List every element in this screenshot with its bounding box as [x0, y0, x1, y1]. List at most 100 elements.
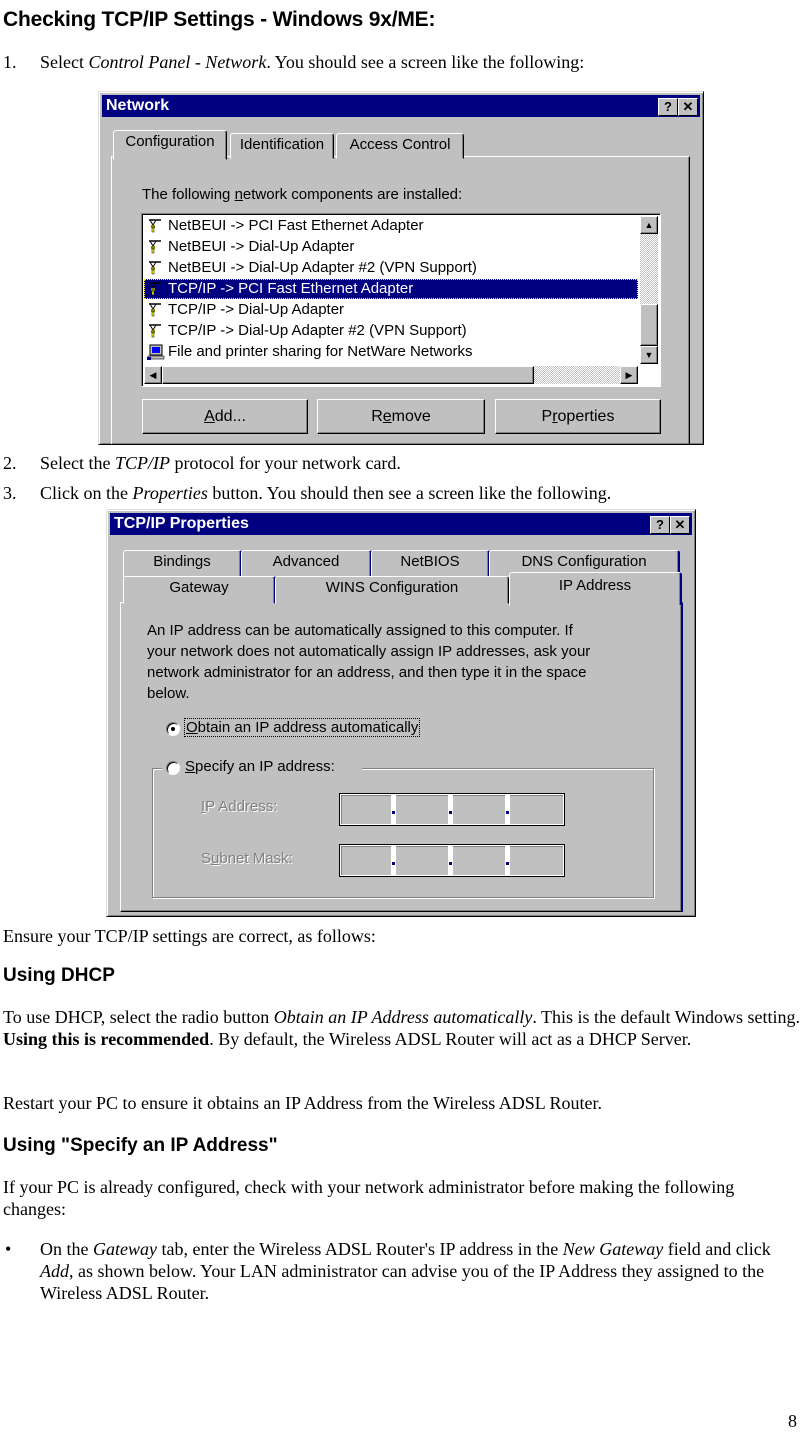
components-listbox[interactable]: NetBEUI -> PCI Fast Ethernet Adapter NetB…: [141, 213, 661, 387]
specify-paragraph: If your PC is already configured, check …: [3, 1177, 735, 1219]
obtain-ip-radio[interactable]: [166, 722, 180, 736]
properties-button[interactable]: Properties: [495, 399, 661, 434]
step-2-number: 2.: [3, 453, 17, 473]
page-number: 8: [788, 1411, 797, 1431]
vertical-scroll-thumb[interactable]: [640, 304, 658, 346]
tab-access-control[interactable]: Access Control: [336, 133, 464, 159]
ensure-text: Ensure your TCP/IP settings are correct,…: [3, 926, 376, 946]
dhcp-recommended: Using this is recommended: [3, 1029, 210, 1049]
step-1-number: 1.: [3, 52, 17, 72]
component-label: TCP/IP -> PCI Fast Ethernet Adapter: [168, 280, 414, 297]
close-button[interactable]: ✕: [678, 98, 698, 116]
subnet-mask-pre: S: [201, 850, 212, 867]
properties-label: operties: [557, 408, 615, 425]
ip-description-line: network administrator for an address, an…: [147, 664, 587, 681]
specify-ip-accel: S: [185, 758, 196, 775]
bullet-text-d: , as shown below. Your LAN administrator…: [40, 1261, 765, 1303]
tab-identification[interactable]: Identification: [230, 133, 334, 159]
components-label-post: etwork components are installed:: [242, 186, 463, 203]
tcpip-dialog-title: TCP/IP Properties: [114, 515, 249, 532]
component-list-item[interactable]: TCP/IP -> Dial-Up Adapter #2 (VPN Suppor…: [144, 321, 467, 341]
specify-heading: Using "Specify an IP Address": [3, 1135, 278, 1156]
tcpip-properties-dialog: TCP/IP Properties ? ✕ Bindings Advanced …: [106, 509, 696, 917]
step-2-pre: Select the: [40, 453, 115, 473]
ip-dot-separator: [391, 846, 396, 875]
horizontal-scroll-thumb[interactable]: [162, 366, 534, 384]
step-3-text: Click on the Properties button. You shou…: [40, 482, 611, 504]
ip-description-line: below.: [147, 685, 190, 702]
component-list-item[interactable]: NetBEUI -> PCI Fast Ethernet Adapter: [144, 216, 424, 236]
horizontal-scrollbar[interactable]: ◀ ▶: [144, 366, 638, 384]
ip-dot-separator: [505, 795, 510, 824]
step-3-pre: Click on the: [40, 483, 133, 503]
component-list-item[interactable]: TCP/IP -> Dial-Up Adapter: [144, 300, 344, 320]
tab-bindings[interactable]: Bindings: [123, 550, 242, 578]
component-list-item[interactable]: NetBEUI -> Dial-Up Adapter #2 (VPN Suppo…: [144, 258, 477, 278]
tab-ip-address[interactable]: IP Address: [509, 572, 682, 606]
protocol-icon: [147, 302, 165, 318]
specify-ip-radio[interactable]: [166, 761, 180, 775]
network-dialog: Network ? ✕ Configuration Identification…: [98, 91, 704, 445]
tab-wins-configuration[interactable]: WINS Configuration: [275, 576, 509, 604]
radio-checked-dot: [171, 727, 175, 731]
help-button[interactable]: ?: [658, 98, 678, 116]
bullet-text-c: field and click: [663, 1239, 771, 1259]
remove-button[interactable]: Remove: [317, 399, 485, 434]
tab-gateway[interactable]: Gateway: [123, 576, 276, 604]
remove-pre: R: [371, 408, 383, 425]
dhcp-text-c: . By default, the Wireless ADSL Router w…: [209, 1029, 692, 1049]
subnet-mask-field[interactable]: [339, 844, 565, 877]
add-button[interactable]: Add...: [142, 399, 308, 434]
ip-address-label: IP Address:: [201, 798, 277, 815]
remove-label: move: [391, 408, 431, 425]
components-label-pre: The following: [142, 186, 235, 203]
close-button[interactable]: ✕: [670, 516, 690, 534]
ip-dot-separator: [391, 795, 396, 824]
tab-netbios[interactable]: NetBIOS: [371, 550, 490, 578]
dhcp-text-a: To use DHCP, select the radio button: [3, 1007, 274, 1027]
restart-paragraph: Restart your PC to ensure it obtains an …: [3, 1093, 603, 1113]
properties-pre: P: [541, 408, 553, 425]
gateway-bullet-text: On the Gateway tab, enter the Wireless A…: [40, 1238, 785, 1304]
dhcp-emphasis: Obtain an IP Address automatically: [273, 1007, 533, 1027]
subnet-mask-text: bnet Mask:: [219, 850, 293, 867]
obtain-ip-label[interactable]: Obtain an IP address automatically: [183, 718, 421, 737]
scroll-up-button[interactable]: ▲: [640, 216, 658, 234]
ip-dot-separator: [448, 846, 453, 875]
component-label: NetBEUI -> Dial-Up Adapter: [168, 238, 355, 255]
tab-advanced[interactable]: Advanced: [241, 550, 372, 578]
network-dialog-title: Network: [106, 97, 170, 114]
dhcp-paragraph: To use DHCP, select the radio button Obt…: [3, 1006, 801, 1050]
component-list-item[interactable]: TCP/IP -> PCI Fast Ethernet Adapter: [144, 279, 638, 299]
component-list-item[interactable]: NetBEUI -> Dial-Up Adapter: [144, 237, 354, 257]
help-button[interactable]: ?: [650, 516, 670, 534]
scroll-left-button[interactable]: ◀: [144, 366, 162, 384]
step-1-post: . You should see a screen like the follo…: [266, 52, 585, 72]
protocol-icon: [147, 323, 165, 339]
step-2-text: Select the TCP/IP protocol for your netw…: [40, 452, 401, 474]
ip-address-field[interactable]: [339, 793, 565, 826]
bullet-new-gateway: New Gateway: [562, 1239, 664, 1259]
specify-ip-label[interactable]: Specify an IP address:: [185, 758, 335, 775]
bullet-add: Add: [40, 1261, 69, 1281]
tab-configuration[interactable]: Configuration: [113, 130, 227, 160]
page-heading: Checking TCP/IP Settings - Windows 9x/ME…: [3, 8, 436, 31]
scroll-right-button[interactable]: ▶: [620, 366, 638, 384]
protocol-icon: [147, 218, 165, 234]
component-label: File and printer sharing for NetWare Net…: [168, 343, 473, 360]
step-1-emphasis: Control Panel - Network: [88, 52, 267, 72]
ip-dot-separator: [505, 846, 510, 875]
scroll-down-button[interactable]: ▼: [640, 346, 658, 364]
specify-ip-text: pecify an IP address:: [195, 758, 335, 775]
step-3-number: 3.: [3, 483, 17, 503]
remove-accel: e: [382, 408, 392, 425]
components-label-accel: n: [234, 186, 243, 203]
bullet-text-b: tab, enter the Wireless ADSL Router's IP…: [156, 1239, 563, 1259]
component-list-item[interactable]: File and printer sharing for NetWare Net…: [144, 342, 473, 362]
vertical-scrollbar[interactable]: ▲ ▼: [640, 216, 658, 364]
computer-icon: [147, 344, 165, 360]
dhcp-text-b: . This is the default Windows setting.: [532, 1007, 800, 1027]
step-1-pre: Select: [40, 52, 89, 72]
dhcp-heading: Using DHCP: [3, 965, 115, 986]
add-accel: A: [204, 408, 215, 425]
